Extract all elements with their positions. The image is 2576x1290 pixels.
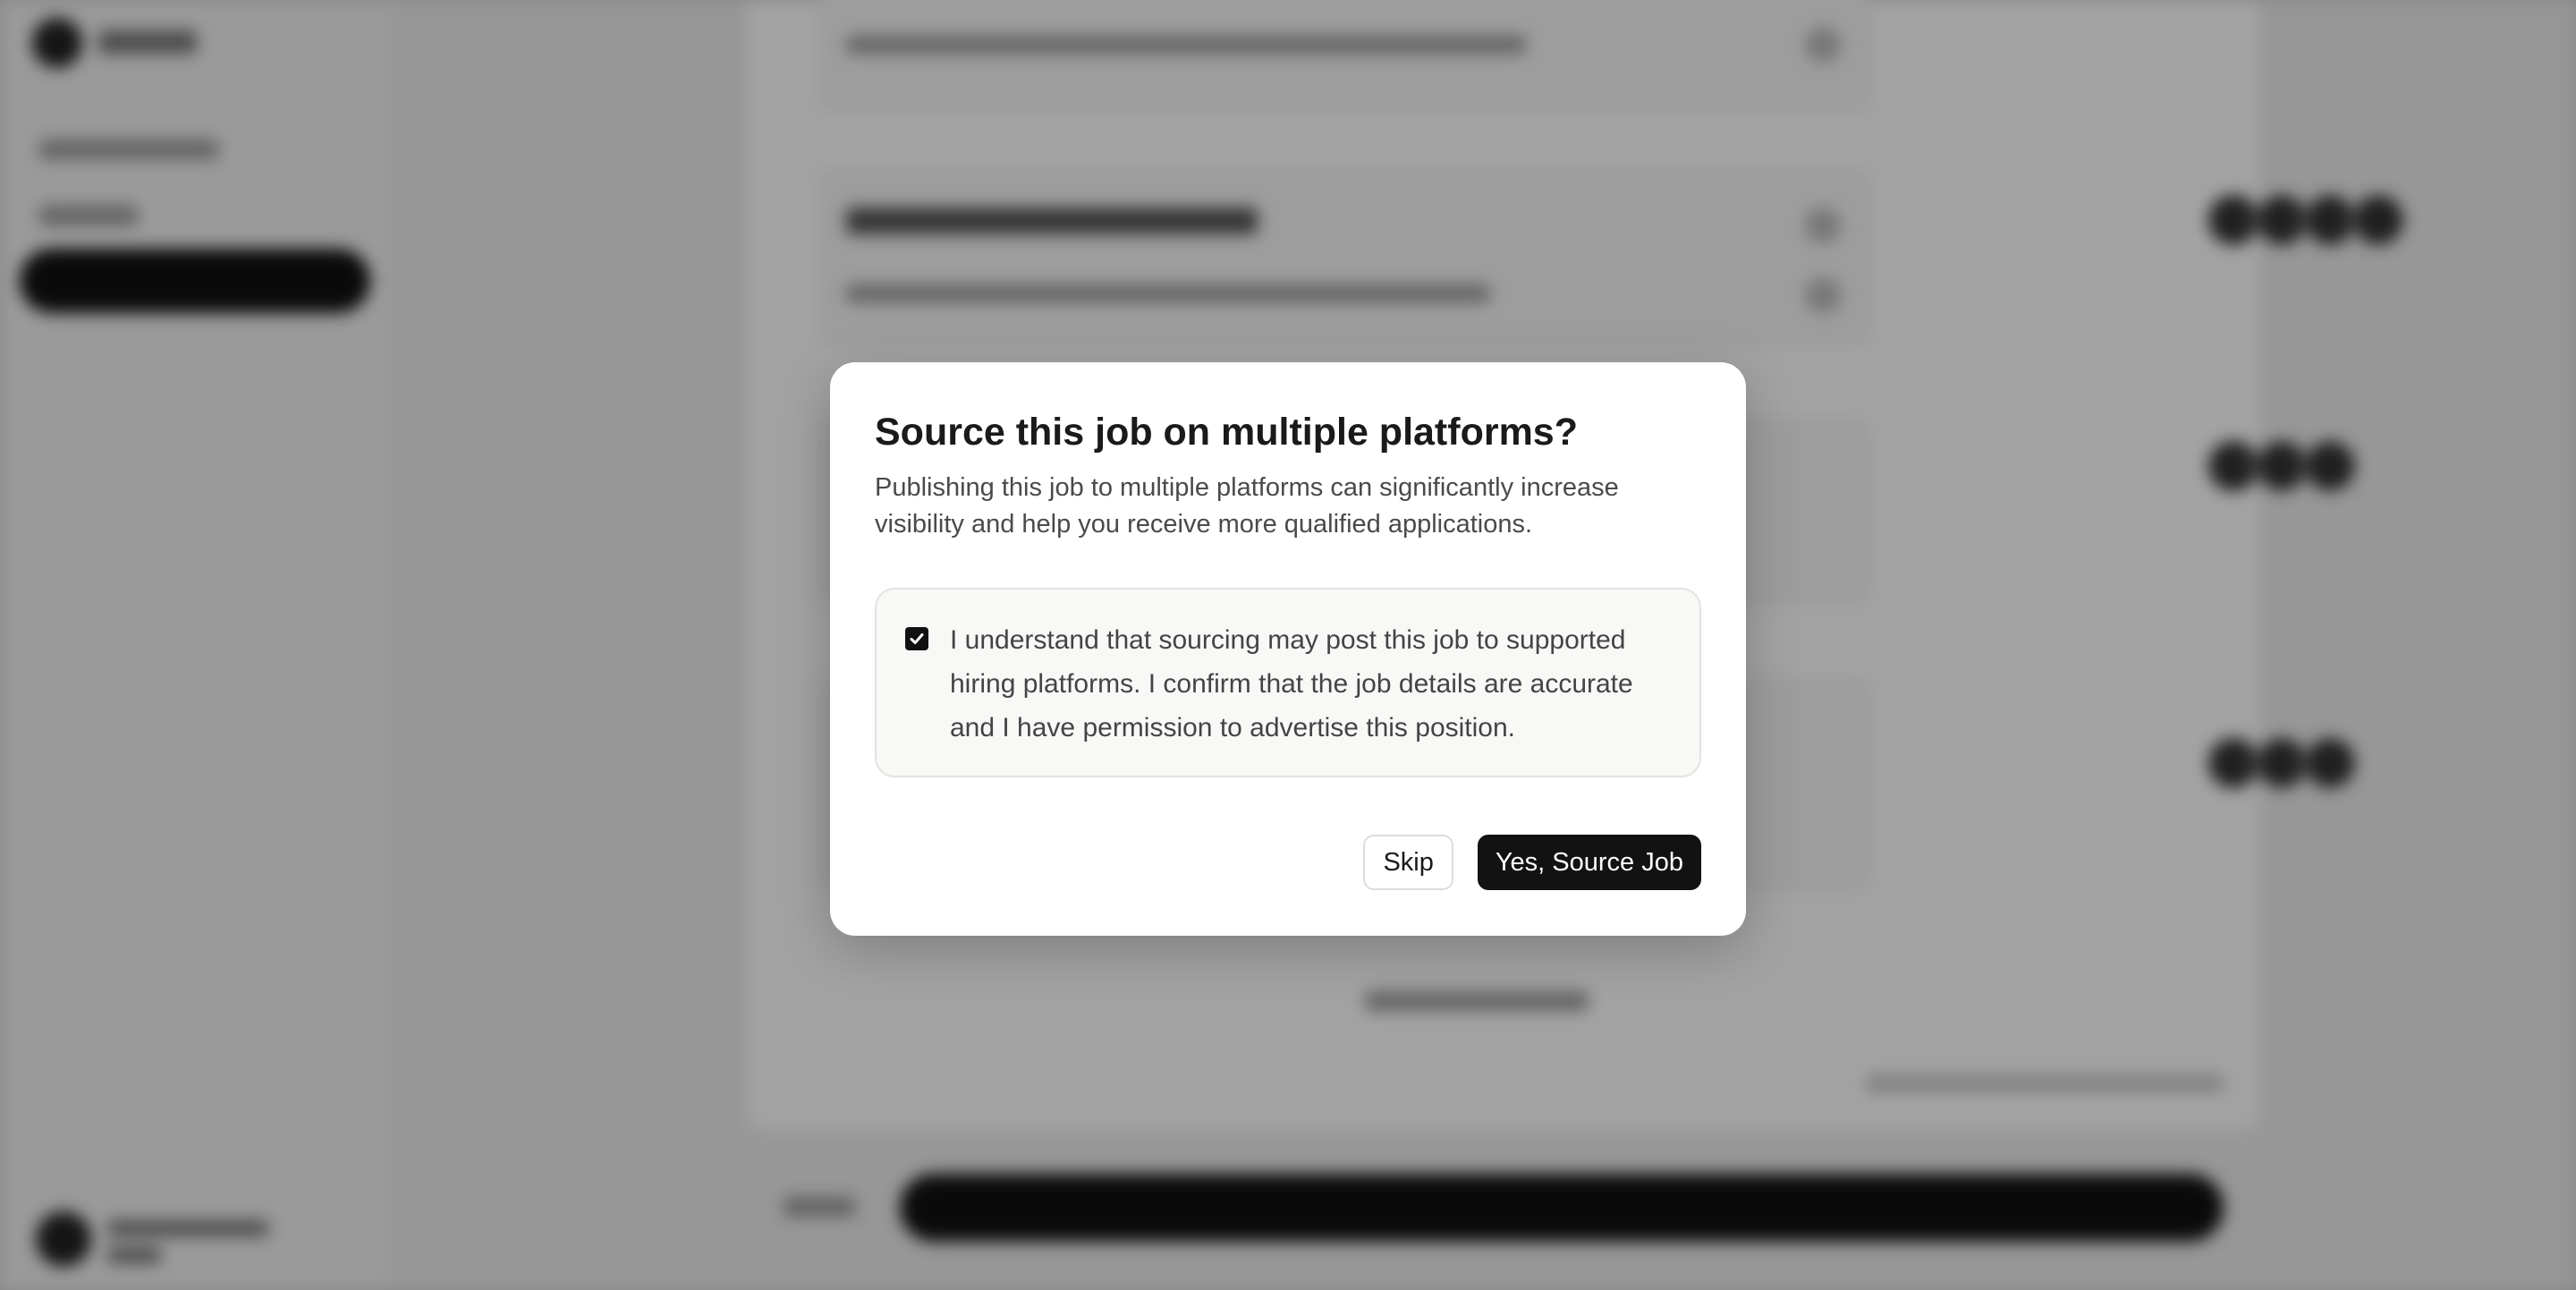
source-job-button[interactable]: Yes, Source Job (1477, 835, 1701, 890)
checkmark-icon (910, 633, 924, 644)
skip-button[interactable]: Skip (1363, 835, 1453, 890)
consent-box: I understand that sourcing may post this… (875, 588, 1701, 777)
dialog-actions: Skip Yes, Source Job (1363, 835, 1701, 890)
consent-text[interactable]: I understand that sourcing may post this… (950, 618, 1674, 750)
source-job-dialog: Source this job on multiple platforms? P… (830, 362, 1746, 936)
dialog-title: Source this job on multiple platforms? (875, 411, 1578, 454)
dialog-description: Publishing this job to multiple platform… (875, 473, 1619, 539)
consent-checkbox[interactable] (905, 627, 928, 650)
